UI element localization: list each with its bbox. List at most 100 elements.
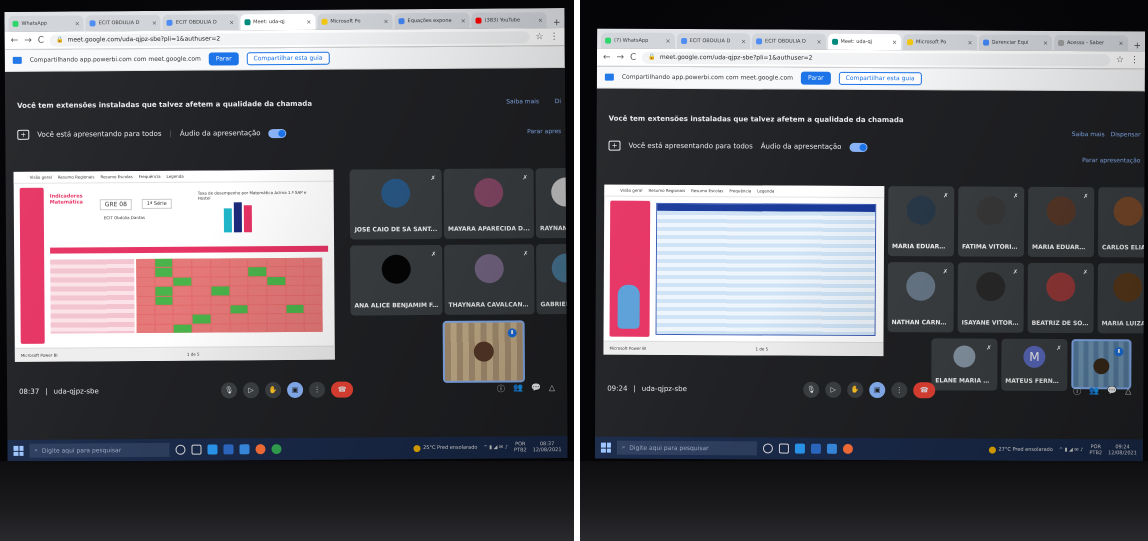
tab-close-icon[interactable]: ×: [817, 38, 822, 45]
stop-sharing-button[interactable]: Parar: [800, 71, 831, 85]
participant-tile[interactable]: ✗ FÁTIMA VITÓRIA...: [957, 186, 1025, 257]
mic-icon[interactable]: 🎙: [803, 381, 820, 398]
tab-close-icon[interactable]: ×: [461, 17, 466, 24]
forward-icon[interactable]: →: [24, 35, 32, 45]
leave-call-icon[interactable]: ☎: [331, 381, 354, 398]
tab-close-icon[interactable]: ×: [968, 39, 973, 46]
extensions-icon[interactable]: ⋮: [1130, 55, 1139, 65]
cortana-icon[interactable]: [762, 443, 773, 454]
share-this-tab-button[interactable]: Compartilhar esta guia: [838, 71, 922, 86]
browser-tab[interactable]: Equações expone ×: [394, 12, 470, 30]
tray-icons[interactable]: ^ ▮ ◢ ✉ ♪: [483, 444, 508, 450]
powerbi-nav-item[interactable]: Frequência: [729, 188, 751, 193]
forward-icon[interactable]: →: [617, 52, 625, 62]
browser-tab[interactable]: Gerenciar Equi ×: [978, 34, 1053, 51]
browser-tab[interactable]: ECIT OBDÚLIA D ×: [85, 14, 161, 32]
weather-widget[interactable]: 25°C Pred ensolarado: [413, 444, 477, 452]
powerbi-nav-item[interactable]: Visão geral: [620, 188, 642, 193]
browser-tab[interactable]: (383) YouTube ×: [471, 12, 547, 29]
people-icon[interactable]: 👥: [513, 383, 523, 394]
tab-close-icon[interactable]: ×: [1119, 40, 1124, 47]
raise-hand-icon[interactable]: ✋: [265, 382, 282, 399]
browser-tab[interactable]: Meet: uda-qj ×: [827, 33, 902, 51]
chat-icon[interactable]: 💬: [1107, 386, 1117, 397]
tab-close-icon[interactable]: ×: [75, 20, 80, 27]
windows-start-icon[interactable]: [600, 442, 611, 453]
task-view-icon[interactable]: [778, 443, 789, 454]
participant-tile[interactable]: ✗GABRIEL OLIVEIRA S: [536, 243, 568, 315]
participant-tile[interactable]: ✗ ANA ALICE BENJAMIM F...: [350, 244, 443, 316]
edge-icon[interactable]: [207, 444, 218, 455]
page-indicator[interactable]: 1 de 5: [756, 346, 769, 351]
language-indicator[interactable]: POR PTB2: [1089, 444, 1102, 456]
raise-hand-icon[interactable]: ✋: [847, 381, 864, 398]
star-icon[interactable]: ☆: [1116, 55, 1124, 65]
tab-close-icon[interactable]: ×: [383, 18, 388, 25]
mail-icon[interactable]: [826, 443, 837, 454]
tab-close-icon[interactable]: ×: [892, 39, 897, 46]
participant-tile[interactable]: ✗ THAYNARA CAVALCANT...: [444, 244, 535, 315]
page-indicator[interactable]: 1 de 5: [187, 352, 200, 357]
powerbi-nav-item[interactable]: Legenda: [757, 188, 774, 193]
cortana-icon[interactable]: [175, 444, 186, 455]
browser-tab[interactable]: Microsoft Po ×: [903, 34, 977, 51]
windows-start-icon[interactable]: [13, 445, 24, 456]
browser-tab[interactable]: Microsoft Po ×: [317, 13, 393, 30]
new-tab-button[interactable]: +: [1130, 41, 1146, 51]
browser-tab[interactable]: WhatsApp ×: [8, 15, 84, 32]
present-icon[interactable]: ▣: [869, 381, 886, 399]
info-icon[interactable]: ⓘ: [497, 383, 505, 394]
taskbar-search-input[interactable]: ⌕ Digite aqui para pesquisar: [29, 442, 170, 458]
url-field[interactable]: 🔒 meet.google.com/uda-qjpz-sbe?pli=1&aut…: [642, 51, 1110, 66]
store-icon[interactable]: [223, 444, 234, 455]
present-icon[interactable]: ▣: [287, 381, 304, 398]
powerbi-nav-item[interactable]: Frequência: [139, 174, 161, 179]
participant-tile[interactable]: ✗ MAYARA APARECIDA D...: [443, 168, 535, 239]
stop-sharing-button[interactable]: Parar: [208, 52, 239, 66]
browser-tab[interactable]: ECIT OBDÚLIA D ×: [752, 33, 826, 50]
star-icon[interactable]: ☆: [536, 32, 544, 42]
presentation-audio-toggle[interactable]: [849, 142, 868, 152]
chrome-icon[interactable]: [271, 444, 282, 455]
presentation-audio-toggle[interactable]: [268, 128, 287, 138]
activities-icon[interactable]: △: [1125, 386, 1131, 397]
powerbi-nav-item[interactable]: Legenda: [167, 174, 184, 179]
powerbi-nav-item[interactable]: Resumo Regionais: [649, 188, 686, 193]
mail-icon[interactable]: [239, 444, 250, 455]
tab-close-icon[interactable]: ×: [741, 38, 746, 45]
participant-tile[interactable]: ✗ ISAYANE VITORI...: [957, 262, 1024, 333]
browser-tab[interactable]: (7) WhatsApp ×: [601, 32, 675, 49]
more-options-icon[interactable]: ⋮: [891, 382, 908, 399]
tab-close-icon[interactable]: ×: [1043, 39, 1048, 46]
firefox-icon[interactable]: [255, 444, 266, 455]
participant-tile[interactable]: ✗ MARIA EDUARD...: [1027, 186, 1095, 258]
back-icon[interactable]: ←: [11, 35, 19, 45]
learn-more-link[interactable]: Saiba mais: [1072, 131, 1105, 138]
task-view-icon[interactable]: [191, 444, 202, 455]
powerbi-nav-item[interactable]: Resumo Escolas: [691, 188, 723, 193]
taskbar-clock[interactable]: 09:24 12/08/2021: [1108, 444, 1137, 456]
participant-tile[interactable]: ✗RAYNAN VERAS DE: [535, 167, 568, 239]
reload-icon[interactable]: C: [38, 35, 44, 45]
participant-tile[interactable]: ✗ JOSÉ CAIO DE SÁ SANT...: [349, 168, 443, 240]
powerbi-nav-item[interactable]: Resumo Escolas: [100, 174, 132, 179]
learn-more-link[interactable]: Saiba mais: [506, 98, 539, 105]
firefox-icon[interactable]: [842, 443, 853, 454]
more-options-icon[interactable]: ⋮: [309, 381, 326, 398]
camera-icon[interactable]: ▷: [243, 382, 260, 399]
browser-tab[interactable]: ECIT OBDÚLIA D ×: [676, 32, 751, 50]
tab-close-icon[interactable]: ×: [229, 19, 234, 26]
url-field[interactable]: 🔒 meet.google.com/uda-qjpz-sbe?pli=1&aut…: [49, 30, 530, 47]
participant-tile[interactable]: ✗ BEATRIZ DE SOU...: [1027, 262, 1094, 334]
tab-close-icon[interactable]: ×: [306, 18, 311, 25]
stop-presenting-link[interactable]: Parar apresentação: [1082, 157, 1140, 164]
participant-tile[interactable]: ✗ MARIA EDUARD...: [887, 186, 955, 257]
powerbi-nav-item[interactable]: Visão geral: [30, 175, 52, 180]
tab-close-icon[interactable]: ×: [666, 37, 671, 44]
language-indicator[interactable]: POR PTB2: [514, 441, 527, 453]
stop-presenting-link[interactable]: Parar apres: [527, 128, 561, 135]
activities-icon[interactable]: △: [549, 383, 555, 394]
participant-tile[interactable]: ✗ NATHAN CARNE...: [887, 262, 954, 333]
people-icon[interactable]: 👥: [1089, 386, 1099, 397]
reload-icon[interactable]: C: [630, 52, 636, 62]
